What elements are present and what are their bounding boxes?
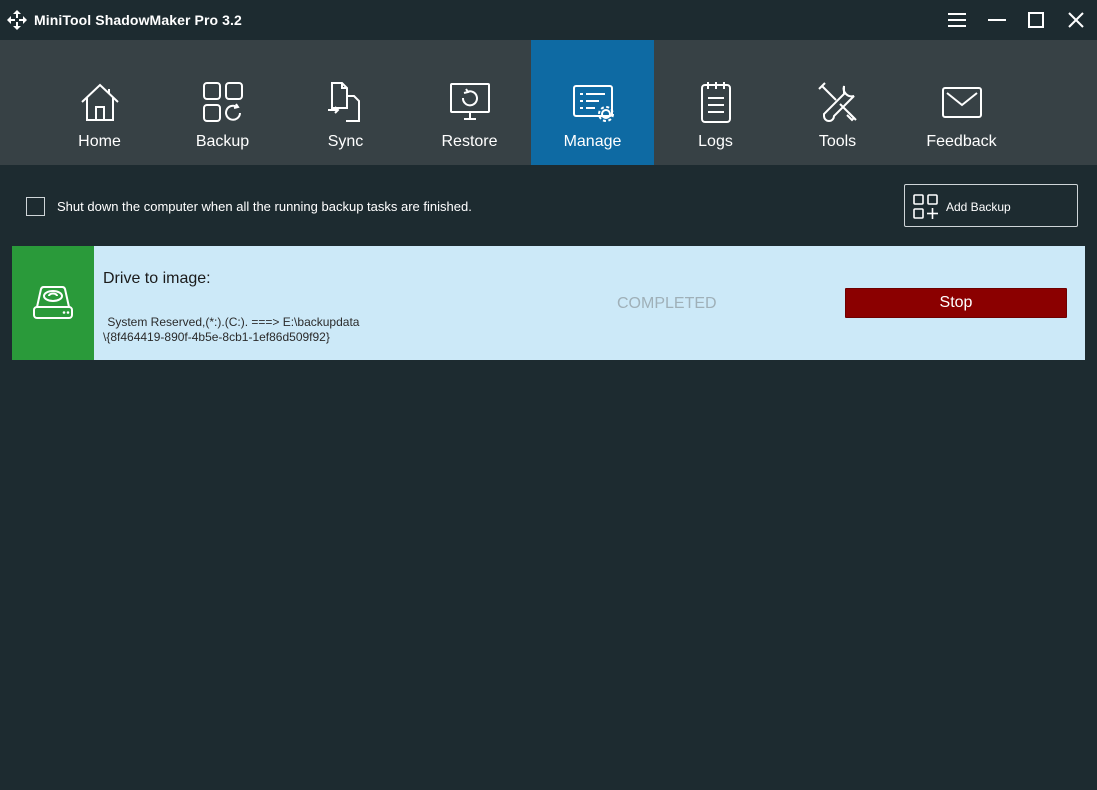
- add-backup-icon: [913, 194, 938, 219]
- nav-restore[interactable]: Restore: [408, 40, 531, 165]
- menu-button[interactable]: [937, 4, 977, 36]
- nav-backup-label: Backup: [195, 133, 250, 150]
- logs-icon: [700, 82, 731, 123]
- close-icon: [1068, 12, 1084, 28]
- add-backup-button[interactable]: Add Backup: [904, 184, 1078, 227]
- nav-tools-label: Tools: [818, 133, 857, 150]
- app-logo-icon: [7, 10, 27, 30]
- main-nav: Home Backup Sync Restore Manage Logs Too…: [0, 40, 1097, 165]
- nav-home[interactable]: Home: [38, 40, 161, 165]
- task-title: Drive to image:: [103, 270, 211, 287]
- shutdown-checkbox[interactable]: [26, 196, 45, 216]
- drive-icon: [33, 286, 73, 319]
- nav-home-label: Home: [78, 133, 121, 150]
- maximize-icon: [1028, 12, 1044, 28]
- task-status: COMPLETED: [617, 295, 717, 312]
- backup-task-card: Drive to image: System Reserved,(*:).(C:…: [12, 246, 1085, 360]
- nav-sync[interactable]: Sync: [284, 40, 407, 165]
- minimize-button[interactable]: [977, 4, 1017, 36]
- backup-icon: [202, 82, 243, 122]
- manage-icon: [572, 85, 614, 122]
- nav-feedback-label: Feedback: [926, 133, 997, 150]
- shutdown-label: Shut down the computer when all the runn…: [57, 198, 472, 214]
- restore-icon: [449, 83, 490, 120]
- nav-restore-label: Restore: [441, 133, 498, 150]
- task-source-path: System Reserved,(*:).(C:). ===> E:\backu…: [104, 315, 360, 329]
- menu-icon: [948, 13, 966, 27]
- nav-logs[interactable]: Logs: [654, 40, 777, 165]
- title-bar: MiniTool ShadowMaker Pro 3.2: [0, 0, 1097, 40]
- task-type-badge: [12, 246, 94, 360]
- nav-manage-label: Manage: [563, 133, 622, 150]
- nav-feedback[interactable]: Feedback: [900, 40, 1023, 165]
- nav-tools[interactable]: Tools: [776, 40, 899, 165]
- nav-sync-label: Sync: [327, 133, 364, 150]
- tools-icon: [817, 82, 857, 122]
- close-button[interactable]: [1056, 4, 1096, 36]
- nav-backup[interactable]: Backup: [161, 40, 284, 165]
- nav-manage[interactable]: Manage: [531, 40, 654, 165]
- stop-button[interactable]: Stop: [845, 288, 1067, 318]
- shutdown-option: Shut down the computer when all the runn…: [26, 196, 472, 216]
- home-icon: [80, 83, 119, 121]
- feedback-icon: [941, 87, 982, 118]
- task-destination-path: \{8f464419-890f-4b5e-8cb1-1ef86d509f92}: [103, 330, 330, 344]
- app-title: MiniTool ShadowMaker Pro 3.2: [34, 12, 242, 28]
- sync-icon: [327, 82, 360, 122]
- nav-logs-label: Logs: [698, 133, 733, 150]
- minimize-icon: [988, 19, 1006, 21]
- add-backup-label: Add Backup: [946, 200, 1011, 214]
- maximize-button[interactable]: [1016, 4, 1056, 36]
